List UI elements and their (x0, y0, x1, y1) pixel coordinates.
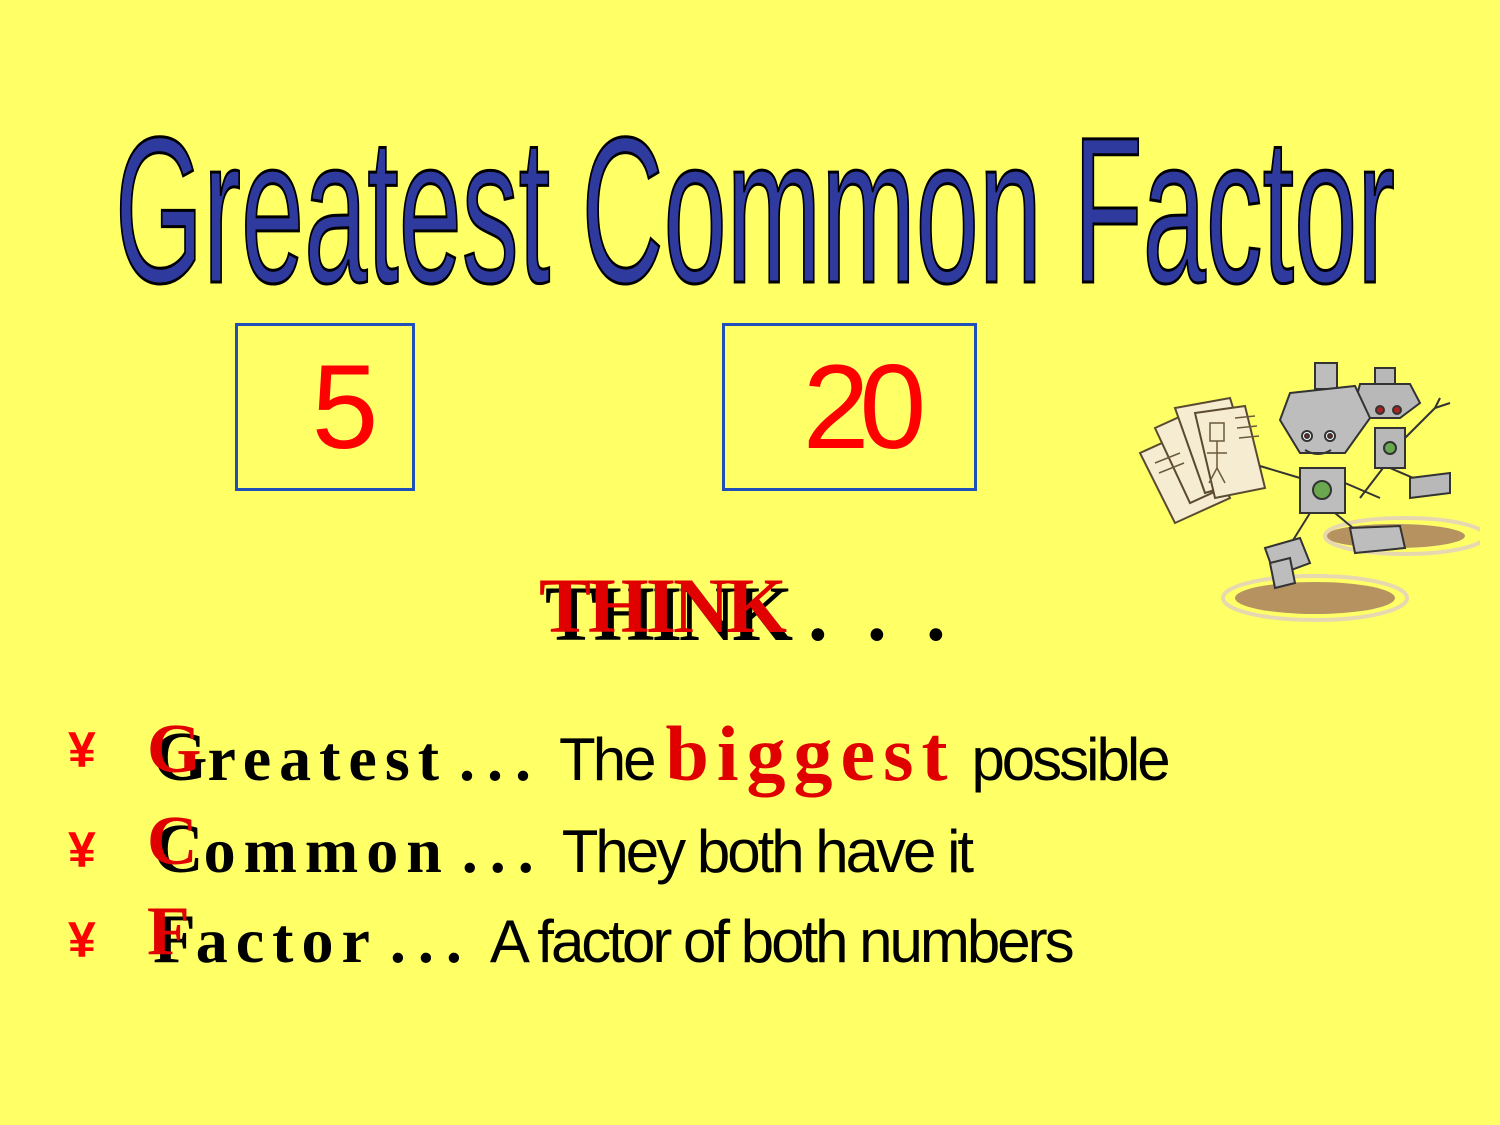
title-text: Greatest Common Factor (115, 110, 1395, 300)
term-rest: reatest (207, 723, 448, 794)
definition-text: A factor of both numbers (489, 908, 1075, 975)
term-rest: ommon (203, 815, 450, 886)
title-wordart: Greatest Common Factor (114, 110, 1397, 300)
robots-clipart (1135, 358, 1480, 628)
definition-text-after: possible (971, 726, 1170, 793)
robot-icon (1138, 362, 1480, 622)
bullet-icon: ¥ (68, 722, 96, 778)
page-title: Greatest Common Factor (105, 110, 1405, 300)
term-ellipsis: ... (459, 723, 544, 794)
think-heading: THINK THINK . . . (539, 567, 956, 653)
bullet-icon: ¥ (68, 822, 96, 878)
definition-text: The (559, 726, 656, 793)
initial-front: F (147, 893, 190, 970)
think-word: THINK THINK (539, 567, 793, 653)
number-second: 20 (802, 340, 927, 474)
term-rest: actor (195, 905, 378, 976)
number-first: 5 (311, 340, 379, 474)
initial-front: C (147, 803, 198, 880)
number-box-second: 20 (722, 323, 977, 491)
term-ellipsis: ... (389, 905, 474, 976)
definition-text: They both have it (561, 818, 974, 885)
bullet-icon: ¥ (68, 912, 96, 968)
highlight-word: biggest (665, 710, 956, 797)
initial-letter: F F (147, 897, 196, 975)
initial-letter: G G (147, 715, 207, 793)
number-box-first: 5 (235, 323, 415, 491)
initial-front: G (147, 711, 202, 788)
term-ellipsis: ... (461, 815, 546, 886)
think-word-front: THINK (539, 562, 787, 649)
think-dots: . . . (808, 570, 956, 657)
initial-letter: C C (147, 807, 204, 885)
